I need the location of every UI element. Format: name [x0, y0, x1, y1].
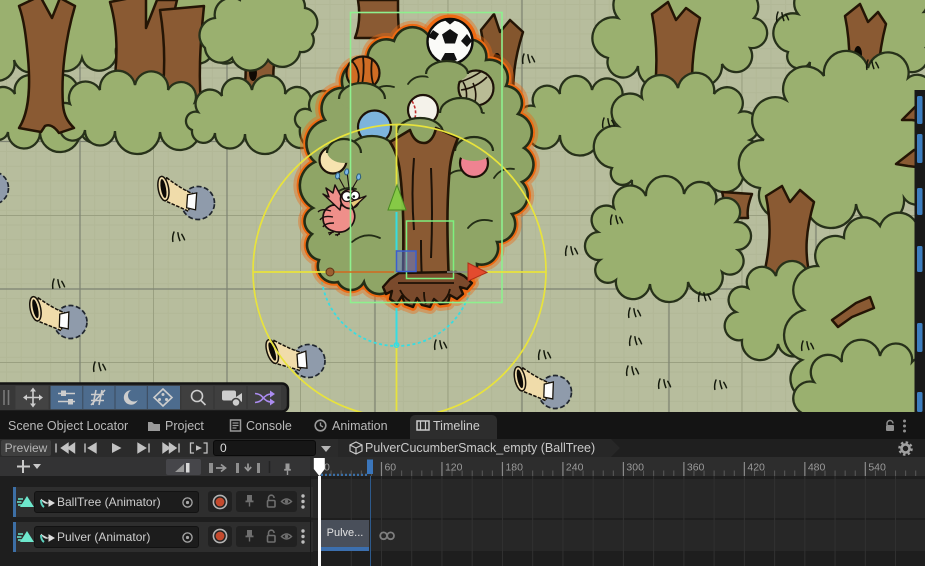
svg-text:240: 240 [566, 462, 584, 474]
svg-text:540: 540 [868, 462, 886, 474]
svg-text:300: 300 [626, 462, 644, 474]
svg-text:60: 60 [384, 462, 396, 474]
svg-text:180: 180 [505, 462, 523, 474]
svg-text:420: 420 [747, 462, 765, 474]
svg-text:360: 360 [687, 462, 705, 474]
svg-text:0: 0 [324, 462, 330, 474]
svg-text:480: 480 [808, 462, 826, 474]
svg-text:120: 120 [445, 462, 463, 474]
